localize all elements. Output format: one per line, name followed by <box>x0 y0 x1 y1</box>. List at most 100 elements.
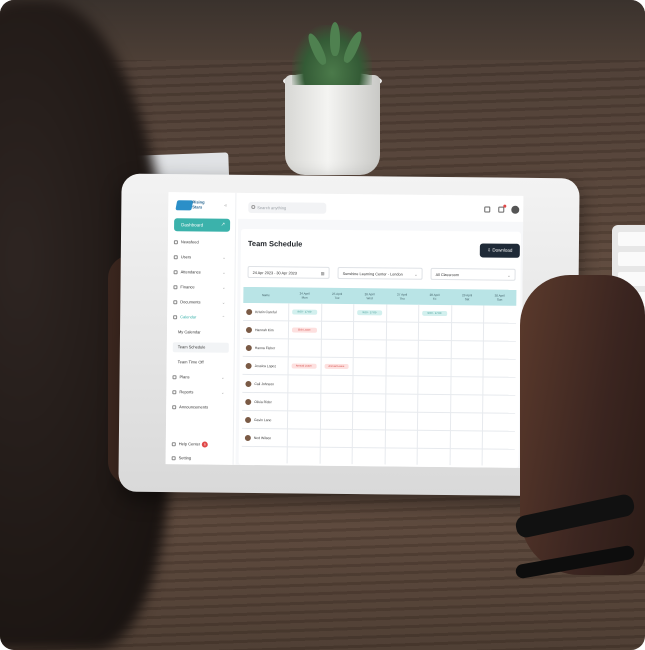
center-select[interactable]: Sunshine Learning Center - London ⌄ <box>337 266 423 280</box>
employee-cell: Olivia Rider <box>245 398 272 406</box>
avatar[interactable] <box>511 205 520 214</box>
sidebar-item-my-calendar[interactable]: My Calendar <box>173 327 229 338</box>
calendar-icon: ▦ <box>320 270 325 276</box>
day-name: Thu <box>399 296 405 301</box>
calendar-icon <box>173 315 178 320</box>
tablet-screen: Rising Stars « Dashboard ↗ Newsfeed User… <box>165 192 524 468</box>
day-name: Sun <box>496 297 503 302</box>
arrow-up-right-icon: ↗ <box>220 221 226 228</box>
employee-cell: Kristin Careful <box>246 308 276 316</box>
chevron-down-icon: ⌄ <box>221 299 226 305</box>
sidebar-item-documents[interactable]: Documents ⌄ <box>173 297 229 308</box>
help-icon <box>171 442 176 447</box>
photo-scene: Rising Stars « Dashboard ↗ Newsfeed User… <box>0 0 645 650</box>
search-input[interactable]: Search anything <box>248 201 327 214</box>
chevron-down-icon: ⌄ <box>222 254 226 260</box>
app-logo: Rising Stars <box>175 198 210 212</box>
dashboard-button[interactable]: Dashboard ↗ <box>174 218 231 232</box>
day-column-header: 25 April Tue <box>321 288 354 304</box>
collapse-sidebar-icon[interactable]: « <box>224 203 227 209</box>
avatar <box>246 309 253 316</box>
employee-name: Hanna Fisher <box>254 346 276 351</box>
logo-text: Rising Stars <box>192 199 205 210</box>
sidebar-item-label: Plans <box>179 374 190 380</box>
employee-name: Gavin Lane <box>254 418 272 423</box>
chevron-down-icon: ⌄ <box>221 374 225 380</box>
employee-name: Kristin Careful <box>255 310 277 315</box>
announcements-icon <box>172 405 177 410</box>
table-row[interactable]: Ned Wilson <box>241 428 515 450</box>
leave-badge[interactable]: Annual Leave <box>291 363 317 369</box>
sidebar-item-label: Finance <box>180 284 195 290</box>
attendance-icon <box>173 270 178 275</box>
employee-cell: Gavin Lane <box>245 416 271 424</box>
notification-dot <box>503 204 507 208</box>
sidebar-item-finance[interactable]: Finance ⌄ <box>173 282 229 293</box>
documents-icon <box>173 300 178 305</box>
avatar <box>245 399 252 406</box>
shift-badge[interactable]: 9:00 - 17:00 <box>292 309 317 315</box>
chevron-down-icon: ⌄ <box>507 272 511 278</box>
sidebar: Rising Stars « Dashboard ↗ Newsfeed User… <box>165 192 237 465</box>
sidebar-item-calendar[interactable]: Calendar ⌃ <box>173 312 229 323</box>
employee-cell: Hannah Kim <box>245 326 274 334</box>
avatar <box>245 417 252 424</box>
avatar <box>245 327 253 334</box>
help-notification-badge: 8 <box>201 441 208 448</box>
shift-badge[interactable]: 9:00 - 17:00 <box>422 310 447 317</box>
sidebar-item-label: Help Center <box>178 441 201 447</box>
employee-cell: Ned Wilson <box>244 434 272 442</box>
sidebar-item-label: My Calendar <box>177 329 201 335</box>
keyboard-key <box>618 252 645 266</box>
date-range-value: 24 Apr 2023 - 30 Apr 2023 <box>252 271 297 276</box>
sidebar-item-users[interactable]: Users ⌄ <box>173 252 230 263</box>
sidebar-item-team-schedule[interactable]: Team Schedule <box>172 342 229 353</box>
leave-badge[interactable]: Annual Leave <box>324 363 349 370</box>
newsfeed-icon <box>173 240 178 245</box>
sidebar-item-plans[interactable]: Plans ⌄ <box>172 372 228 383</box>
avatar <box>245 345 252 352</box>
sidebar-item-team-time-off[interactable]: Team Time Off <box>173 357 229 368</box>
day-column-header: 28 April Fri <box>418 289 451 305</box>
leaf <box>330 22 340 56</box>
avatar <box>244 435 251 442</box>
sidebar-item-newsfeed[interactable]: Newsfeed <box>173 237 230 248</box>
sidebar-item-setting[interactable]: Setting <box>171 453 228 464</box>
reports-icon <box>172 390 177 395</box>
avatar <box>245 363 252 370</box>
sidebar-item-announcements[interactable]: Announcements <box>172 402 228 413</box>
employee-name: Cali Johnson <box>254 382 275 387</box>
download-button[interactable]: ⇩ Download <box>479 243 520 258</box>
sidebar-item-reports[interactable]: Reports ⌄ <box>172 387 228 398</box>
chevron-down-icon: ⌄ <box>220 389 225 395</box>
classroom-select[interactable]: All Classroom ⌄ <box>430 267 516 281</box>
sidebar-item-help-center[interactable]: Help Center <box>171 439 228 450</box>
employee-cell: Cali Johnson <box>245 380 274 388</box>
users-icon <box>173 255 178 260</box>
date-range-picker[interactable]: 24 Apr 2023 - 30 Apr 2023 ▦ <box>247 265 330 279</box>
sidebar-item-label: Documents <box>180 299 201 305</box>
sidebar-item-label: Announcements <box>179 404 209 410</box>
chevron-down-icon: ⌄ <box>222 269 226 275</box>
leave-badge[interactable]: Sick Leave <box>291 327 317 333</box>
chevron-up-icon: ⌃ <box>221 314 226 320</box>
dashboard-label: Dashboard <box>181 222 204 228</box>
search-icon <box>251 205 256 210</box>
name-column-header: Name <box>261 293 270 298</box>
shift-badge[interactable]: 9:00 - 17:00 <box>357 310 382 316</box>
sidebar-item-attendance[interactable]: Attendance ⌄ <box>173 267 230 278</box>
day-column-header: 26 April Wed <box>353 288 386 304</box>
employee-name: Jessica Lopez <box>254 364 277 369</box>
chevron-down-icon: ⌄ <box>414 271 418 277</box>
sidebar-item-label: Newsfeed <box>180 239 199 245</box>
message-icon[interactable] <box>484 206 491 213</box>
day-name: Mon <box>301 295 308 300</box>
sidebar-item-label: Team Time Off <box>177 359 204 365</box>
day-name: Wed <box>366 296 373 301</box>
day-column-header: 24 April Mon <box>288 287 321 303</box>
employee-name: Ned Wilson <box>253 436 272 441</box>
classroom-select-value: All Classroom <box>435 272 460 278</box>
center-select-value: Sunshine Learning Center - London <box>342 271 403 277</box>
day-column-header: 30 April Sun <box>483 289 516 305</box>
employee-cell: Jessica Lopez <box>245 362 277 370</box>
